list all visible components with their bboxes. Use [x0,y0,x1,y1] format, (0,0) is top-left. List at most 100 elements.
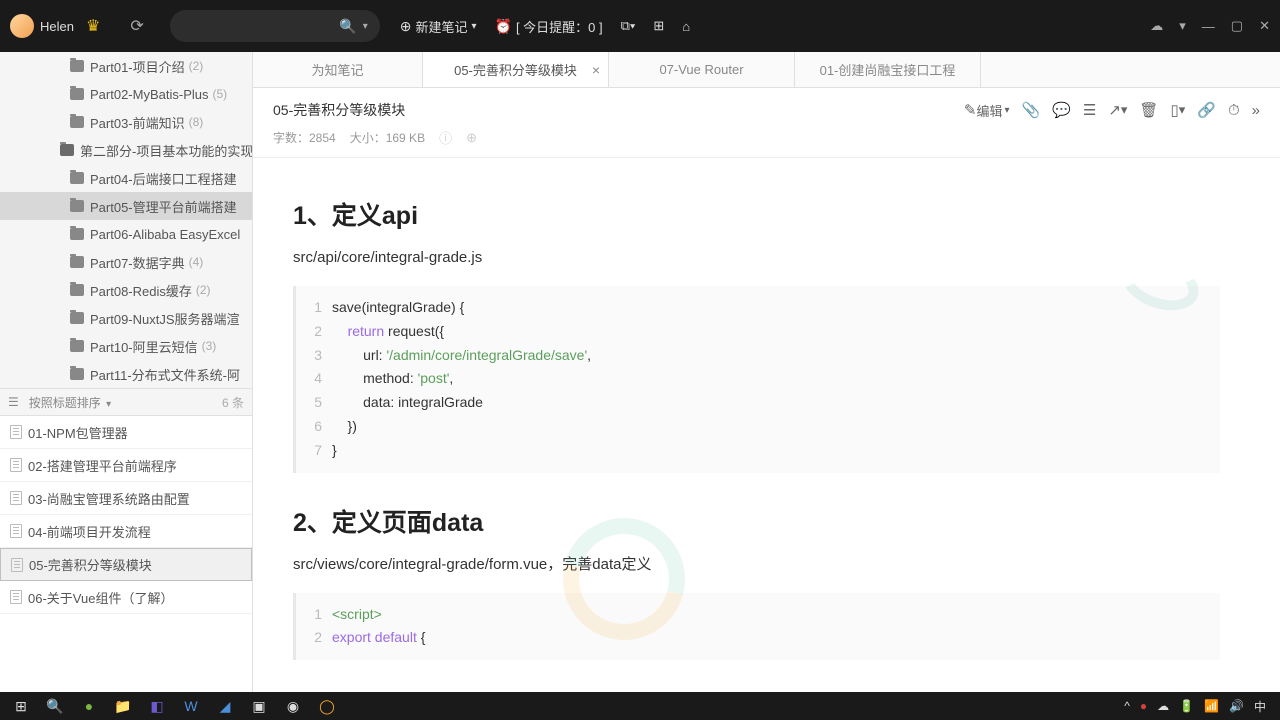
search-input[interactable]: 🔍 ▾ [170,10,380,42]
add-icon[interactable]: ⊕ [466,130,477,146]
note-item[interactable]: 05-完善积分等级模块 [0,548,252,581]
titlebar: Helen ♛ ⟳ 🔍 ▾ ⊕ 新建笔记 ▾ ⏰ [ 今日提醒：0 ] ⧉▾ ⊞… [0,0,1280,52]
maximize-icon[interactable]: ▢ [1231,18,1243,34]
document-icon [10,458,22,472]
note-item[interactable]: 02-搭建管理平台前端程序 [0,449,252,482]
folder-item[interactable]: 第二部分-项目基本功能的实现 [0,136,252,164]
bookmark-icon[interactable]: ▯▾ [1170,101,1185,119]
tray-icon[interactable]: ☁ [1157,699,1169,713]
wifi-icon[interactable]: 📶 [1204,699,1219,713]
terminal-icon[interactable]: ▣ [242,694,276,718]
history-icon[interactable]: ⏱ [1228,102,1240,119]
refresh-icon[interactable]: ⟳ [130,16,143,36]
crown-icon[interactable]: ♛ [86,16,100,36]
volume-icon[interactable]: 🔊 [1229,699,1244,713]
folder-item[interactable]: Part05-管理平台前端搭建 [0,192,252,220]
tab-bar: 为知笔记05-完善积分等级模块×07-Vue Router01-创建尚融宝接口工… [253,52,1280,88]
note-item[interactable]: 03-尚融宝管理系统路由配置 [0,482,252,515]
plus-icon: ⊕ [400,18,412,35]
minimize-icon[interactable]: — [1202,19,1215,34]
folder-icon [70,368,84,380]
note-item[interactable]: 01-NPM包管理器 [0,416,252,449]
comment-icon[interactable]: 💬 [1052,101,1071,119]
tab[interactable]: 05-完善积分等级模块× [423,52,609,87]
system-tray[interactable]: ^ ● ☁ 🔋 📶 🔊 中 [1124,698,1276,715]
char-count: 字数：2854 [273,129,336,146]
task-app-icon[interactable]: ● [72,694,106,718]
folder-item[interactable]: Part04-后端接口工程搭建 [0,164,252,192]
chevron-down-icon: ▾ [363,21,368,32]
folder-icon [70,312,84,324]
search-icon: 🔍 [339,18,356,35]
close-tab-icon[interactable]: × [592,62,600,78]
chrome-icon[interactable]: ◉ [276,694,310,718]
folder-item[interactable]: Part01-项目介绍(2) [0,52,252,80]
note-item[interactable]: 06-关于Vue组件（了解） [0,581,252,614]
clock-icon: ⏰ [495,18,512,35]
folder-item[interactable]: Part06-Alibaba EasyExcel [0,220,252,248]
folder-icon [60,144,74,156]
avatar[interactable] [10,14,34,38]
folder-icon [70,256,84,268]
chevron-down-icon: ▾ [1004,105,1009,116]
tab[interactable]: 为知笔记 [253,52,423,87]
code-block: 1<script>2export default { [293,593,1220,661]
delete-icon[interactable]: 🗑 [1139,101,1158,119]
task-app-icon[interactable]: ◯ [310,694,344,718]
ime-indicator[interactable]: 中 [1254,698,1266,715]
folder-item[interactable]: Part03-前端知识(8) [0,108,252,136]
vscode-icon[interactable]: ◢ [208,694,242,718]
info-icon[interactable]: ⓘ [439,128,452,147]
task-app-icon[interactable]: ◧ [140,694,174,718]
folder-tree: Part01-项目介绍(2)Part02-MyBatis-Plus(5)Part… [0,52,252,388]
sort-dropdown[interactable]: 按照标题排序 ▾ [29,394,222,411]
sidebar: Part01-项目介绍(2)Part02-MyBatis-Plus(5)Part… [0,52,253,692]
folder-item[interactable]: Part02-MyBatis-Plus(5) [0,80,252,108]
reminder-button[interactable]: ⏰ [ 今日提醒：0 ] [495,17,603,36]
start-button[interactable]: ⊞ [4,694,38,718]
list-icon[interactable]: ☰ [1083,101,1096,119]
folder-icon [70,284,84,296]
taskbar: ⊞ 🔍 ● 📁 ◧ W ◢ ▣ ◉ ◯ ^ ● ☁ 🔋 📶 🔊 中 [0,692,1280,720]
link-icon[interactable]: 🔗 [1197,101,1216,119]
chevron-down-icon: ▾ [471,21,476,32]
close-icon[interactable]: ✕ [1259,18,1270,34]
explorer-icon[interactable]: 📁 [106,694,140,718]
window-icon[interactable]: ⧉▾ [621,18,636,34]
tab[interactable]: 07-Vue Router [609,52,795,87]
task-app-icon[interactable]: W [174,694,208,718]
note-header: 05-完善积分等级模块 ✎ 编辑 ▾ 📎 💬 ☰ ↗▾ 🗑 ▯▾ 🔗 ⏱ » [253,88,1280,124]
apps-icon[interactable]: ⊞ [653,18,664,34]
more-icon[interactable]: » [1252,102,1260,119]
tray-icon[interactable]: ● [1140,699,1147,713]
folder-icon [70,340,84,352]
edit-button[interactable]: ✎ 编辑 ▾ [964,101,1010,120]
note-count: 6 条 [222,394,244,411]
paragraph: src/api/core/integral-grade.js [293,246,1220,270]
note-item[interactable]: 04-前端项目开发流程 [0,515,252,548]
content-area: 为知笔记05-完善积分等级模块×07-Vue Router01-创建尚融宝接口工… [253,52,1280,692]
folder-item[interactable]: Part10-阿里云短信(3) [0,332,252,360]
watermark [1120,258,1240,318]
code-block: 1save(integralGrade) {2 return request({… [293,286,1220,473]
paragraph: src/views/core/integral-grade/form.vue，完… [293,553,1220,577]
folder-icon [70,172,84,184]
note-list: 01-NPM包管理器02-搭建管理平台前端程序03-尚融宝管理系统路由配置04-… [0,416,252,692]
folder-item[interactable]: Part11-分布式文件系统-阿 [0,360,252,388]
new-note-button[interactable]: ⊕ 新建笔记 ▾ [400,17,477,36]
share-icon[interactable]: ↗▾ [1108,101,1127,119]
attachment-icon[interactable]: 📎 [1021,101,1040,119]
menu-icon[interactable]: ☰ [8,395,19,409]
note-title: 05-完善积分等级模块 [273,100,952,120]
tab[interactable]: 01-创建尚融宝接口工程 [795,52,981,87]
folder-item[interactable]: Part07-数据字典(4) [0,248,252,276]
tray-icon[interactable]: 🔋 [1179,699,1194,713]
sync-icon[interactable]: ☁ [1150,18,1163,34]
dropdown-icon[interactable]: ▾ [1179,18,1186,34]
folder-item[interactable]: Part08-Redis缓存(2) [0,276,252,304]
home-icon[interactable]: ⌂ [682,19,690,34]
document-icon [11,558,23,572]
folder-item[interactable]: Part09-NuxtJS服务器端渲 [0,304,252,332]
tray-chevron-icon[interactable]: ^ [1124,699,1130,713]
search-task-icon[interactable]: 🔍 [38,694,72,718]
